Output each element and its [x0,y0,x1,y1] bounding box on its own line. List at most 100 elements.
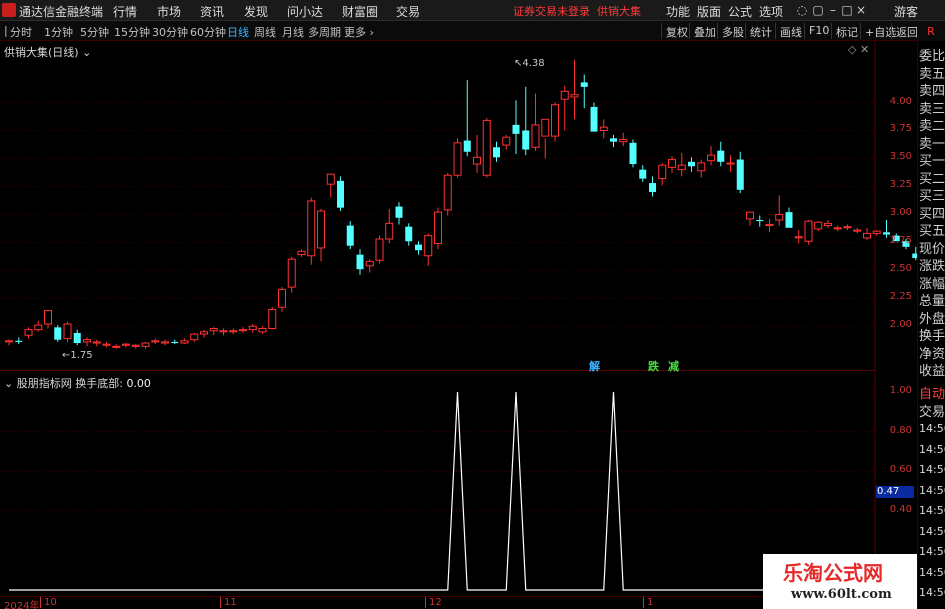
menu-layout[interactable]: 版面 [697,3,721,20]
tool-f10[interactable]: F10 [804,23,832,39]
candle-body [24,329,33,336]
headset-icon[interactable]: ◌ [795,3,809,17]
close-icon[interactable]: × [854,3,868,17]
candle-body [297,250,306,256]
period-30min[interactable]: 30分钟 [152,24,188,40]
period-monthly[interactable]: 月线 [282,24,304,40]
price-tick: 2.50 [889,263,912,275]
candle-body [756,219,764,222]
candle-body [746,211,754,220]
chart-controls[interactable]: ◇ ✕ [848,43,869,56]
close-chart-icon[interactable]: ✕ [860,43,869,56]
period-15min[interactable]: 15分钟 [114,24,150,40]
candle-body [171,341,179,344]
trade-label[interactable]: 交易 [919,401,945,420]
quote-field-label: 卖一 [919,136,945,152]
candle-body [883,232,890,235]
user-guest[interactable]: 游客 [894,3,918,20]
auto-trade-button[interactable]: 自动 [919,383,945,402]
tool-adjust[interactable]: 复权 [661,23,691,39]
chevron-down-icon[interactable]: ⌄ [4,377,13,390]
price-tick: 3.75 [889,123,912,135]
candle-body [219,330,228,333]
candle-body [736,159,744,190]
menu-news[interactable]: 资讯 [200,3,224,20]
candle-body [415,244,422,251]
price-tick: 2.00 [889,319,912,331]
candle-body [190,333,199,341]
candle-body [131,344,140,347]
menu-functions[interactable]: 功能 [666,3,690,20]
candle-body [541,118,550,137]
period-multi[interactable]: 多周期 [308,24,341,40]
candle-body [688,161,695,167]
indicator-tick: 1.00 [889,385,912,396]
quote-field-label: 卖五 [919,66,945,82]
period-1min[interactable]: 1分钟 [44,24,73,40]
tick-time: 14:56 [919,586,945,599]
indicator-title: ⌄ 股朋指标网 换手底部: 0.00 [4,377,151,390]
tool-multi-stock[interactable]: 多股 [717,23,747,39]
candle-body [268,308,277,329]
candle-body [375,238,384,261]
menu-wealth-circle[interactable]: 财富圈 [342,3,378,20]
period-intraday[interactable]: 分时 [10,24,32,40]
candle-body [843,226,852,229]
menu-options[interactable]: 选项 [759,3,783,20]
menu-formula[interactable]: 公式 [728,3,752,20]
chart-title: 供销大集(日线) ⌄ [4,46,92,59]
candlestick-chart[interactable] [0,41,917,371]
candle-body [151,340,160,343]
period-60min[interactable]: 60分钟 [190,24,226,40]
quote-field-label: 涨幅 [919,276,945,292]
period-5min[interactable]: 5分钟 [80,24,109,40]
tick-time: 14:56 [919,463,945,476]
candle-body [141,342,150,347]
period-daily[interactable]: 日线 [227,24,249,40]
tool-draw-line[interactable]: 画线 [775,23,805,39]
menu-market-quotes[interactable]: 行情 [113,3,137,20]
minimize-icon[interactable]: – [826,3,840,17]
menu-ask-xiaoda[interactable]: 问小达 [287,3,323,20]
candle-body [395,206,403,218]
candle-body [346,225,354,246]
quote-field-label: 换手 [919,329,945,344]
skin-icon[interactable]: ▢ [811,3,825,17]
date-dec: 12 [425,597,442,608]
menu-trade[interactable]: 交易 [396,3,420,20]
candle-body [307,200,316,257]
candle-body [317,210,325,249]
menu-market[interactable]: 市场 [157,3,181,20]
annotation-unlock[interactable]: 解 [589,358,600,374]
quote-field-label: 买四 [919,206,945,222]
menu-discover[interactable]: 发现 [244,3,268,20]
candle-body [63,323,72,340]
tool-overlay[interactable]: 叠加 [689,23,719,39]
tool-mark[interactable]: 标记 [831,23,861,39]
candle-body [726,162,735,165]
candle-body [794,236,803,239]
candle-body [853,229,862,232]
annotation-reduce[interactable]: 减 [668,358,679,374]
candle-body [229,330,238,333]
annotation-fall[interactable]: 跌 [648,358,659,374]
quote-field-label: 卖二 [919,119,945,134]
tool-statistics[interactable]: 统计 [745,23,775,39]
period-weekly[interactable]: 周线 [254,24,276,40]
chevron-down-icon[interactable]: ⌄ [82,46,91,59]
period-more[interactable]: 更多 › [344,24,374,40]
candle-body [502,136,511,146]
candle-body [287,258,296,288]
candle-body [570,94,579,98]
login-notice[interactable]: 证券交易未登录 供销大集 [513,3,641,19]
high-label: ↖4.38 [514,58,545,69]
date-oct: 10 [40,597,57,608]
diamond-icon[interactable]: ◇ [848,43,856,56]
candle-body [73,332,81,344]
candle-body [551,104,559,137]
candle-body [337,180,344,208]
candle-body [580,82,588,87]
side-panel-toggle[interactable]: R [917,22,945,41]
maximize-icon[interactable]: □ [840,3,854,17]
candle-body [356,254,364,270]
